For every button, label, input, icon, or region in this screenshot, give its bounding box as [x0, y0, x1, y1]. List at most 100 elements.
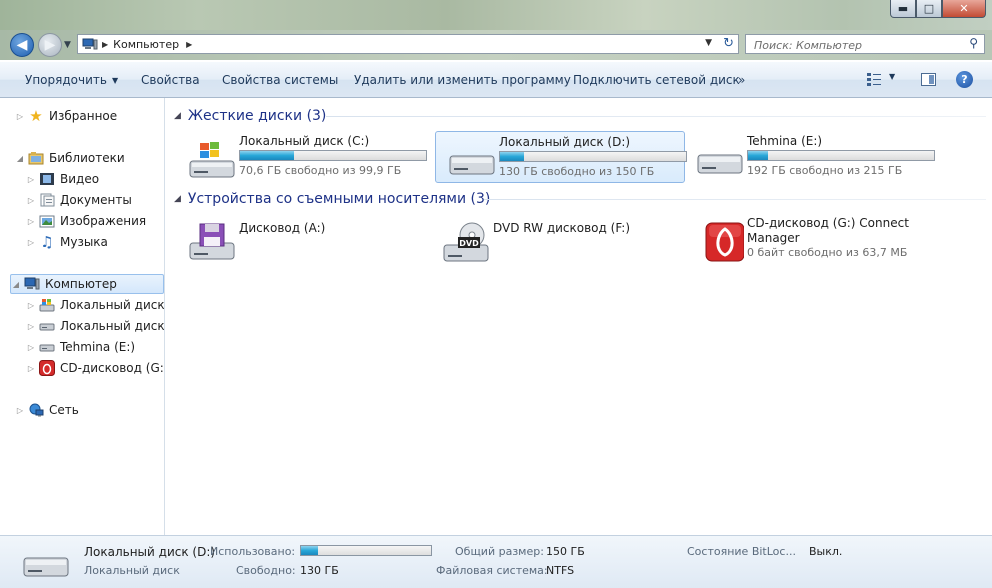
device-tile-g[interactable]: CD-дисковод (G:) Connect Manager 0 байт … — [684, 213, 934, 265]
uninstall-program-button[interactable]: Удалить или изменить программу — [354, 62, 571, 98]
title-bar: ▬ □ ✕ — [0, 0, 992, 30]
bitlocker-value: Выкл. — [809, 545, 843, 558]
computer-icon — [24, 276, 40, 292]
preview-pane-icon[interactable] — [921, 73, 936, 86]
sidebar-item-label: Локальный диск (C:) — [60, 298, 165, 312]
expand-arrow-icon[interactable]: ▷ — [15, 112, 25, 121]
sidebar-item-disk-g[interactable]: ▷ CD-дисковод (G:) Connect Manager — [26, 358, 164, 378]
sidebar-item-disk-e[interactable]: ▷ Tehmina (E:) — [26, 337, 135, 357]
search-box[interactable]: ⚲ — [745, 34, 985, 54]
free-label: Свободно: — [236, 564, 296, 577]
sidebar-item-favorites[interactable]: ▷ ★ Избранное — [15, 106, 117, 126]
device-tile-a[interactable]: Дисковод (A:) — [176, 213, 426, 265]
collapse-arrow-icon[interactable]: ◢ — [174, 111, 181, 121]
view-options-dropdown-icon[interactable]: ▼ — [889, 72, 895, 81]
connect-manager-icon — [705, 222, 744, 262]
drive-tile-d[interactable]: Локальный диск (D:) 130 ГБ свободно из 1… — [435, 131, 687, 183]
network-icon — [28, 402, 44, 418]
expand-arrow-icon[interactable]: ▷ — [26, 364, 36, 373]
breadcrumb-computer[interactable]: Компьютер — [113, 38, 179, 51]
free-value: 130 ГБ — [300, 564, 339, 577]
sidebar-item-label: Библиотеки — [49, 151, 125, 165]
music-note-icon: ♫ — [40, 233, 54, 251]
group-title: Жесткие диски (3) — [187, 108, 327, 124]
hard-drive-icon — [39, 339, 55, 355]
organize-label: Упорядочить — [25, 73, 107, 87]
expand-arrow-icon[interactable]: ▷ — [26, 343, 36, 352]
organize-button[interactable]: Упорядочить ▼ — [25, 62, 118, 98]
sidebar-item-libraries[interactable]: ◢ Библиотеки — [15, 148, 125, 168]
system-drive-icon — [39, 297, 55, 313]
command-bar: Упорядочить ▼ Свойства Свойства системы У… — [0, 61, 992, 98]
details-usage-fill — [301, 546, 318, 555]
properties-button[interactable]: Свойства — [141, 62, 200, 98]
expand-arrow-icon[interactable]: ▷ — [26, 238, 36, 247]
window-controls: ▬ □ ✕ — [890, 0, 986, 18]
change-view-icon[interactable] — [867, 73, 881, 86]
file-system-label: Файловая система: — [436, 564, 548, 577]
expand-arrow-icon[interactable]: ▷ — [26, 196, 36, 205]
sidebar-item-documents[interactable]: ▷ Документы — [26, 190, 132, 210]
used-label: Использовано: — [210, 545, 296, 558]
sidebar-item-computer[interactable]: ◢ Компьютер — [10, 274, 164, 294]
minimize-button[interactable]: ▬ — [890, 0, 916, 18]
address-history-dropdown-icon[interactable]: ▼ — [705, 38, 712, 48]
help-icon[interactable]: ? — [956, 71, 973, 88]
breadcrumb-separator-icon[interactable]: ▶ — [186, 40, 192, 49]
sidebar-item-label: Сеть — [49, 403, 79, 417]
drive-name: Локальный диск (D:) — [499, 135, 631, 149]
sidebar-item-disk-d[interactable]: ▷ Локальный диск (D:) — [26, 316, 164, 336]
expand-arrow-icon[interactable]: ▷ — [26, 217, 36, 226]
sidebar-item-label: Избранное — [49, 109, 118, 123]
more-commands-button[interactable]: » — [738, 62, 745, 98]
hard-drive-icon — [39, 318, 55, 334]
drive-tile-c[interactable]: Локальный диск (C:) 70,6 ГБ свободно из … — [176, 131, 427, 183]
drive-free-space: 192 ГБ свободно из 215 ГБ — [747, 164, 903, 177]
sidebar-item-video[interactable]: ▷ Видео — [26, 169, 99, 189]
navigation-bar: ◀ ▶ ▼ ▶ Компьютер ▶ ▼ ↻ ⚲ — [0, 30, 992, 60]
drive-name: Tehmina (E:) — [747, 134, 823, 148]
sidebar-item-music[interactable]: ▷ ♫ Музыка — [26, 232, 108, 252]
close-button[interactable]: ✕ — [942, 0, 986, 18]
bitlocker-label: Состояние BitLoc... — [687, 545, 796, 558]
sidebar-item-label: Документы — [60, 193, 132, 207]
system-properties-button[interactable]: Свойства системы — [222, 62, 338, 98]
search-input[interactable] — [752, 36, 956, 54]
expand-arrow-icon[interactable]: ▷ — [26, 322, 36, 331]
system-drive-icon — [189, 142, 235, 178]
expand-arrow-icon[interactable]: ▷ — [26, 301, 36, 310]
floppy-drive-icon — [189, 223, 235, 260]
back-button[interactable]: ◀ — [10, 33, 34, 57]
drive-tile-e[interactable]: Tehmina (E:) 192 ГБ свободно из 215 ГБ — [684, 131, 935, 183]
expand-arrow-icon[interactable]: ▷ — [26, 175, 36, 184]
libraries-icon — [28, 150, 44, 166]
drive-free-space: 70,6 ГБ свободно из 99,9 ГБ — [239, 164, 402, 177]
sidebar-item-images[interactable]: ▷ Изображения — [26, 211, 146, 231]
device-tile-f[interactable]: DVD DVD RW дисковод (F:) — [430, 213, 680, 265]
address-bar[interactable]: ▶ Компьютер ▶ ▼ ↻ — [77, 34, 739, 54]
dvd-badge: DVD — [459, 239, 479, 248]
collapse-arrow-icon[interactable]: ◢ — [11, 280, 21, 289]
forward-arrow-icon: ▶ — [44, 37, 56, 53]
device-free-space: 0 байт свободно из 63,7 МБ — [747, 246, 908, 259]
device-name: CD-дисковод (G:) Connect — [747, 216, 909, 230]
map-network-drive-button[interactable]: Подключить сетевой диск — [573, 62, 740, 98]
sidebar-item-network[interactable]: ▷ Сеть — [15, 400, 79, 420]
details-usage-bar — [300, 545, 432, 556]
connect-manager-icon — [39, 360, 55, 376]
search-icon[interactable]: ⚲ — [969, 36, 978, 50]
collapse-arrow-icon[interactable]: ◢ — [15, 154, 25, 163]
collapse-arrow-icon[interactable]: ◢ — [174, 194, 181, 204]
maximize-button[interactable]: □ — [916, 0, 942, 18]
expand-arrow-icon[interactable]: ▷ — [15, 406, 25, 415]
refresh-icon[interactable]: ↻ — [723, 36, 734, 51]
group-header-removable[interactable]: ◢ Устройства со съемными носителями (3) — [174, 188, 490, 210]
sidebar-item-disk-c[interactable]: ▷ Локальный диск (C:) — [26, 295, 165, 315]
drive-usage-bar — [239, 150, 427, 161]
group-header-hard-disks[interactable]: ◢ Жесткие диски (3) — [174, 105, 326, 127]
breadcrumb-separator-icon[interactable]: ▶ — [102, 40, 108, 49]
details-pane: Локальный диск (D:) Локальный диск Испол… — [0, 535, 992, 588]
details-title: Локальный диск (D:) — [84, 545, 216, 559]
forward-button[interactable]: ▶ — [38, 33, 62, 57]
recent-pages-dropdown-icon[interactable]: ▼ — [64, 40, 71, 50]
